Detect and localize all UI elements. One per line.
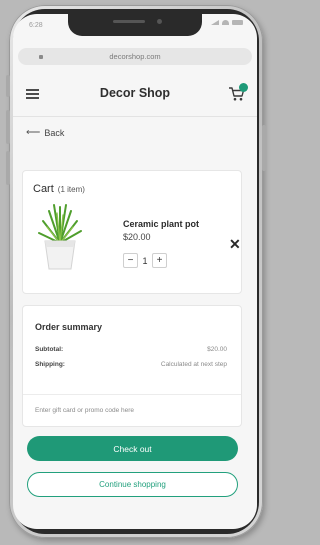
power-button xyxy=(262,125,266,171)
address-bar[interactable]: decorshop.com xyxy=(18,48,252,65)
checkout-button[interactable]: Check out xyxy=(27,436,238,461)
cart-badge xyxy=(239,83,248,92)
cart-title-text: Cart xyxy=(33,183,54,195)
cart-title: Cart (1 item) xyxy=(33,183,85,195)
promo-code-input[interactable]: Enter gift card or promo code here xyxy=(35,407,134,414)
shipping-row: Shipping: Calculated at next step xyxy=(35,361,227,368)
volume-up-button xyxy=(6,110,10,144)
url-text: decorshop.com xyxy=(109,52,161,61)
back-label: Back xyxy=(44,127,65,138)
side-button xyxy=(6,75,10,97)
battery-icon xyxy=(232,20,243,25)
increment-button[interactable]: + xyxy=(152,253,167,268)
status-icons xyxy=(211,20,243,25)
brand-title[interactable]: Decor Shop xyxy=(13,86,257,100)
product-image[interactable] xyxy=(35,201,85,273)
volume-down-button xyxy=(6,151,10,185)
decrement-button[interactable]: − xyxy=(123,253,138,268)
cart-item-count: (1 item) xyxy=(57,185,85,194)
status-time: 6:28 xyxy=(29,22,43,29)
signal-icon xyxy=(211,20,219,25)
remove-item-button[interactable]: ✕ xyxy=(229,236,241,253)
product-name[interactable]: Ceramic plant pot xyxy=(123,219,199,229)
summary-divider xyxy=(23,394,241,395)
shipping-label: Shipping: xyxy=(35,361,65,368)
product-price: $20.00 xyxy=(123,232,151,242)
notch xyxy=(68,14,202,36)
back-arrow-icon: ⟵ xyxy=(26,127,41,138)
camera xyxy=(157,19,162,24)
cart-card: Cart (1 item) Ceramic plant pot $20.00 −… xyxy=(22,170,242,294)
shipping-value: Calculated at next step xyxy=(160,361,227,368)
order-summary-card: Order summary Subtotal: $20.00 Shipping:… xyxy=(22,305,242,427)
quantity-value[interactable]: 1 xyxy=(138,256,152,266)
quantity-stepper: − 1 + xyxy=(123,253,167,268)
site-header: Decor Shop xyxy=(13,72,257,117)
subtotal-label: Subtotal: xyxy=(35,346,64,353)
wifi-icon xyxy=(222,20,229,25)
continue-shopping-button[interactable]: Continue shopping xyxy=(27,472,238,497)
order-summary-title: Order summary xyxy=(35,322,103,332)
speaker xyxy=(113,20,145,23)
cart-icon[interactable] xyxy=(228,83,248,102)
subtotal-value: $20.00 xyxy=(207,346,227,353)
subtotal-row: Subtotal: $20.00 xyxy=(35,346,227,353)
back-link[interactable]: ⟵ Back xyxy=(26,127,64,138)
